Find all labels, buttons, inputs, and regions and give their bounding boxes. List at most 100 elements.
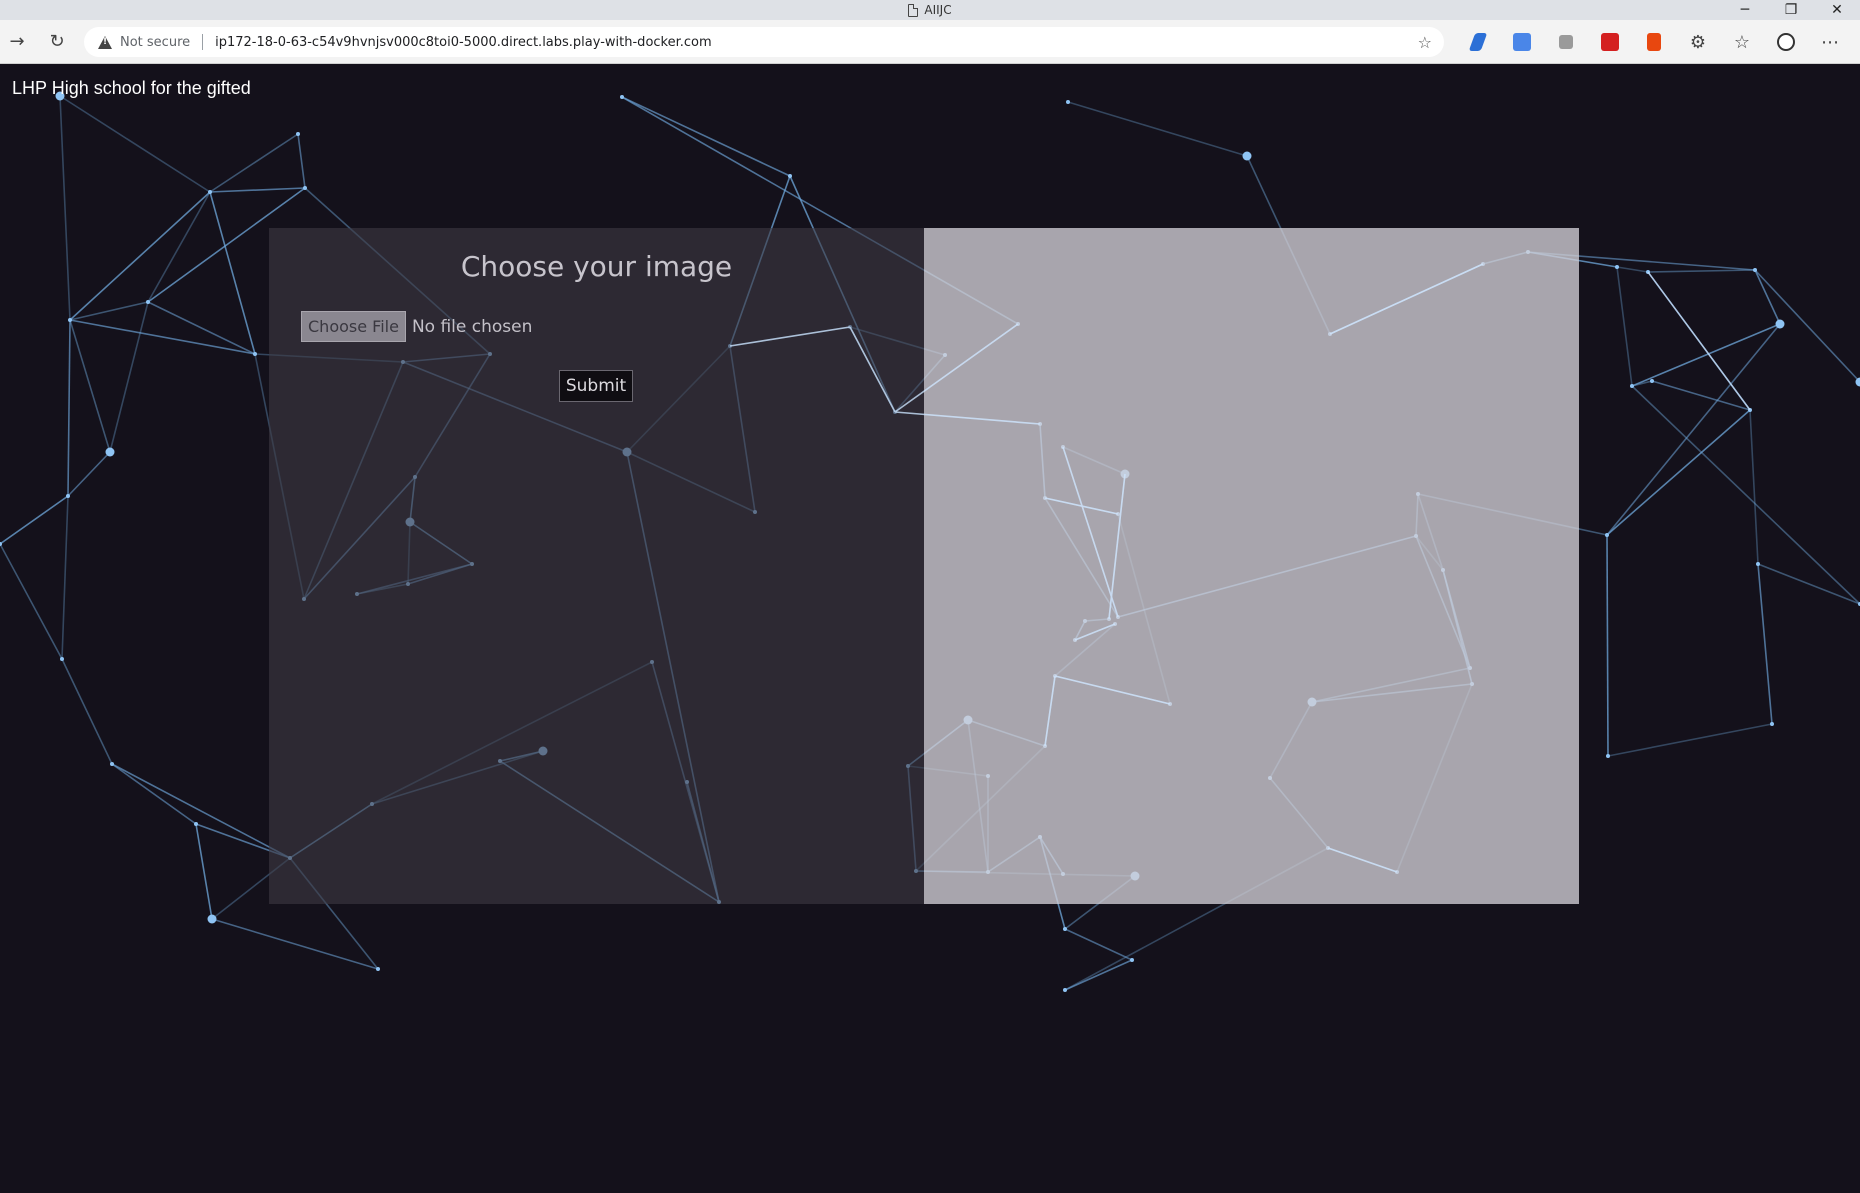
file-status: No file chosen: [411, 316, 533, 337]
profile-icon[interactable]: [1764, 20, 1808, 64]
network-line: [209, 187, 306, 193]
network-node: [296, 132, 300, 136]
network-line: [1631, 385, 1860, 605]
favorites-icon[interactable]: ☆: [1720, 20, 1764, 64]
window-titlebar: AIIJC ─ ❐ ✕: [0, 0, 1860, 20]
network-node: [68, 318, 72, 322]
address-bar[interactable]: Not secure ip172-18-0-63-c54v9hvnjsv000c…: [84, 27, 1444, 57]
reload-icon[interactable]: ↻: [40, 25, 74, 59]
network-line: [297, 133, 306, 189]
network-line: [1064, 928, 1133, 961]
network-line: [1616, 266, 1633, 387]
browser-toolbar: → ↻ Not secure ip172-18-0-63-c54v9hvnjsv…: [0, 20, 1860, 64]
network-node: [1748, 408, 1752, 412]
network-line: [621, 96, 791, 177]
network-line: [195, 823, 213, 920]
url-text[interactable]: ip172-18-0-63-c54v9hvnjsv000c8toi0-5000.…: [215, 35, 712, 50]
network-line: [61, 495, 69, 660]
network-node: [1646, 270, 1650, 274]
network-line: [1606, 409, 1751, 536]
network-line: [0, 495, 69, 545]
network-node: [194, 822, 198, 826]
network-line: [69, 319, 256, 355]
network-node: [60, 657, 64, 661]
brand-title[interactable]: LHP High school for the gifted: [12, 78, 251, 99]
network-line: [1607, 723, 1773, 757]
upload-title: Choose your image: [460, 250, 733, 283]
network-node: [146, 300, 150, 304]
document-icon: [908, 3, 919, 17]
network-node: [1753, 268, 1757, 272]
network-line: [69, 191, 211, 321]
network-line: [1651, 380, 1751, 411]
network-node: [1770, 722, 1774, 726]
upload-panel: Choose your image Choose File No file ch…: [269, 228, 924, 904]
extension-icons: ⚙ ☆ ⋯: [1456, 20, 1860, 64]
file-input[interactable]: Choose File No file chosen: [301, 311, 532, 342]
network-line: [59, 95, 71, 321]
network-line: [59, 95, 211, 193]
network-line: [67, 319, 71, 497]
warning-icon[interactable]: [98, 35, 112, 49]
network-node: [1606, 754, 1610, 758]
network-line: [1757, 563, 1860, 605]
network-line: [211, 918, 379, 970]
extensions-icon[interactable]: ⚙: [1676, 20, 1720, 64]
network-line: [1754, 269, 1781, 325]
network-node: [376, 967, 380, 971]
network-node: [1066, 100, 1070, 104]
security-label[interactable]: Not secure: [120, 35, 190, 50]
network-node: [303, 186, 307, 190]
network-line: [1067, 101, 1248, 157]
network-line: [1616, 266, 1649, 273]
window-title-text: AIIJC: [924, 3, 952, 17]
back-icon[interactable]: →: [0, 25, 34, 59]
network-node: [1605, 533, 1609, 537]
network-node: [1615, 265, 1619, 269]
address-divider: [202, 34, 204, 50]
image-preview-panel: [924, 228, 1579, 904]
network-node: [1063, 927, 1067, 931]
network-node: [1775, 319, 1785, 329]
favorites-add-icon[interactable]: ☆: [1418, 33, 1432, 52]
network-line: [147, 301, 256, 355]
translate-icon[interactable]: [1500, 20, 1544, 64]
network-node: [253, 352, 257, 356]
network-line: [1647, 271, 1751, 411]
network-line: [147, 191, 211, 303]
network-line: [209, 191, 256, 355]
network-line: [1647, 269, 1756, 273]
network-node: [207, 914, 217, 924]
network-line: [1749, 409, 1759, 565]
network-line: [69, 319, 111, 453]
network-line: [209, 133, 299, 193]
pdf-icon[interactable]: [1588, 20, 1632, 64]
network-node: [66, 494, 70, 498]
network-line: [111, 763, 291, 859]
restore-button[interactable]: ❐: [1768, 0, 1814, 20]
extension-pen-icon[interactable]: [1456, 20, 1500, 64]
office-icon[interactable]: [1632, 20, 1676, 64]
network-node: [788, 174, 792, 178]
network-line: [1754, 269, 1860, 383]
network-node: [105, 447, 115, 457]
collections-icon[interactable]: [1544, 20, 1588, 64]
submit-button[interactable]: Submit: [559, 370, 633, 402]
network-line: [0, 543, 63, 660]
network-node: [1650, 379, 1654, 383]
network-node: [1630, 384, 1634, 388]
network-line: [111, 763, 197, 825]
network-line: [109, 301, 149, 453]
network-line: [67, 451, 111, 497]
more-icon[interactable]: ⋯: [1808, 20, 1852, 64]
minimize-button[interactable]: ─: [1722, 0, 1768, 20]
window-controls: ─ ❐ ✕: [1722, 0, 1860, 20]
network-node: [1242, 151, 1252, 161]
network-node: [1063, 988, 1067, 992]
window-title: AIIJC: [908, 3, 952, 17]
network-node: [1130, 958, 1134, 962]
choose-file-button[interactable]: Choose File: [301, 311, 406, 342]
network-node: [1756, 562, 1760, 566]
network-line: [1064, 959, 1133, 991]
close-button[interactable]: ✕: [1814, 0, 1860, 20]
